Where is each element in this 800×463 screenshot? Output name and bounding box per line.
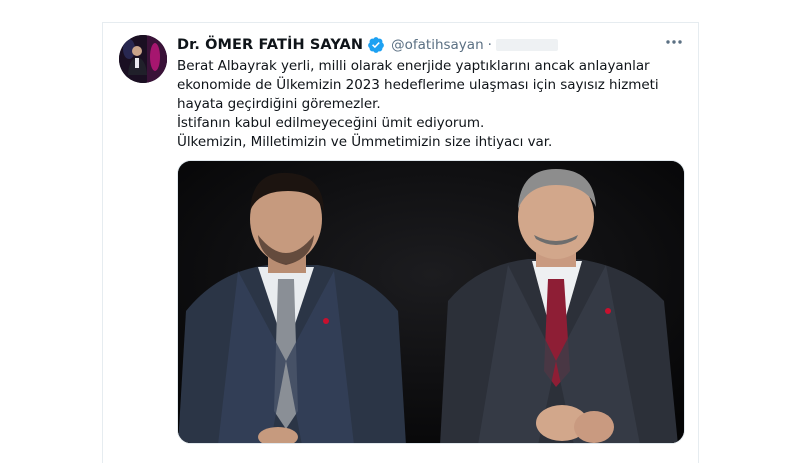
display-name[interactable]: Dr. ÖMER FATİH SAYAN [177, 37, 363, 53]
avatar-image [119, 35, 167, 83]
timestamp-redacted [495, 39, 558, 51]
tweet-header: Dr. ÖMER FATİH SAYAN @ofatihsayan · [177, 35, 558, 55]
photo-two-men-in-suits [178, 161, 684, 443]
separator-dot: · [487, 37, 492, 53]
tweet-card[interactable]: Dr. ÖMER FATİH SAYAN @ofatihsayan · Bera… [102, 22, 699, 463]
tweet-text: Berat Albayrak yerli, milli olarak enerj… [177, 57, 689, 152]
tweet-text-line: Berat Albayrak yerli, milli olarak enerj… [177, 58, 650, 74]
user-handle[interactable]: @ofatihsayan [391, 37, 484, 53]
avatar[interactable] [119, 35, 167, 83]
more-options-icon[interactable] [664, 35, 684, 49]
tweet-photo[interactable] [177, 160, 685, 444]
tweet-text-line: İstifanın kabul edilmeyeceğini ümit ediy… [177, 115, 485, 131]
verified-badge-icon [367, 36, 385, 54]
tweet-text-line: Ülkemizin, Milletimizin ve Ümmetimizin s… [177, 134, 553, 150]
tweet-text-line: ekonomide de Ülkemizin 2023 hedeflerime … [177, 77, 659, 93]
tweet-text-line: hayata geçirdiğini göremezler. [177, 96, 381, 112]
